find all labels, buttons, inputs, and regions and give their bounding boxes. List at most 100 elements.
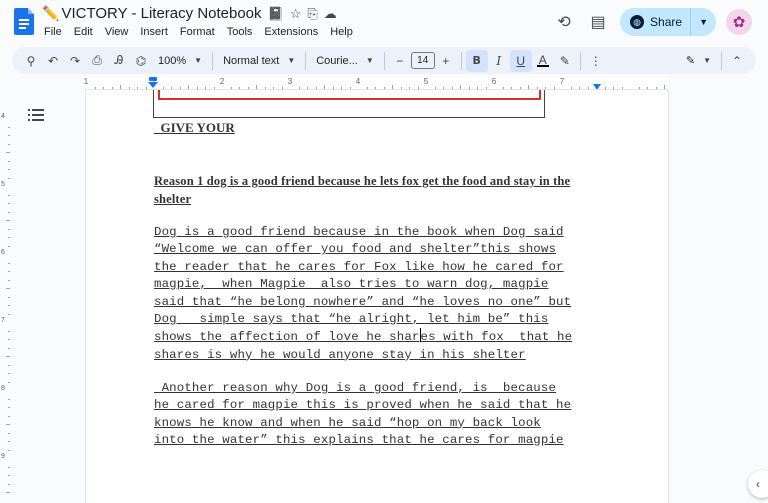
ruler-tick xyxy=(8,466,10,468)
ruler-tick xyxy=(664,85,665,89)
ruler-tick xyxy=(383,87,385,89)
share-label: Share xyxy=(650,15,683,29)
ruler-tick xyxy=(6,356,10,357)
spellcheck-icon[interactable]: Ꭿ xyxy=(108,50,130,72)
editing-mode-select[interactable]: ✎ ▼ xyxy=(680,50,717,72)
ruler-number: 2 xyxy=(219,77,225,86)
decrease-font-size-icon[interactable]: − xyxy=(389,50,411,72)
comments-icon[interactable]: ▤ xyxy=(586,10,610,34)
menu-bar: File Edit View Insert Format Tools Exten… xyxy=(44,26,353,38)
docs-logo-icon[interactable] xyxy=(14,8,34,35)
ruler-tick xyxy=(8,262,10,264)
ruler-tick xyxy=(213,87,215,89)
menu-format[interactable]: Format xyxy=(180,26,215,38)
ruler-tick xyxy=(8,126,10,128)
ruler-tick xyxy=(8,228,10,230)
menu-view[interactable]: View xyxy=(105,26,129,38)
zoom-select[interactable]: 100% ▼ xyxy=(152,50,208,72)
redo-icon[interactable]: ↷ xyxy=(64,50,86,72)
share-dropdown-chevron-icon[interactable]: ▼ xyxy=(690,8,716,36)
paragraph-line: said that “he belong nowhere” and “he lo… xyxy=(154,294,572,309)
side-panel-toggle-chevron-icon[interactable]: ‹ xyxy=(748,470,768,498)
left-indent-marker[interactable] xyxy=(148,82,158,88)
reason-heading: Reason 1 dog is a good friend because he… xyxy=(154,172,599,208)
toolbar-divider xyxy=(460,51,462,70)
menu-extensions[interactable]: Extensions xyxy=(264,26,318,38)
ruler-tick xyxy=(638,87,640,89)
font-size-input[interactable]: 14 xyxy=(410,52,435,69)
ruler-tick xyxy=(545,87,546,89)
ruler-tick xyxy=(247,87,249,89)
ruler-tick xyxy=(8,203,10,204)
ruler-tick xyxy=(120,85,121,89)
undo-icon[interactable]: ↶ xyxy=(42,50,64,72)
ruler-tick xyxy=(8,169,10,170)
menu-insert[interactable]: Insert xyxy=(140,26,168,38)
cloud-status-icon[interactable]: ☁ xyxy=(324,6,337,22)
first-line-indent-marker[interactable] xyxy=(149,77,157,81)
section-heading: GIVE YOUR xyxy=(154,120,235,135)
share-button[interactable]: ◍ Share xyxy=(620,8,690,36)
ruler-number: 9 xyxy=(1,453,5,460)
ruler-tick xyxy=(239,87,240,89)
star-icon[interactable]: ☆ xyxy=(290,6,302,22)
menu-file[interactable]: File xyxy=(44,26,62,38)
ruler-tick xyxy=(587,87,589,89)
menu-help[interactable]: Help xyxy=(330,26,353,38)
underline-button[interactable]: U xyxy=(509,49,532,72)
document-page[interactable]: GIVE YOUR Reason 1 dog is a good friend … xyxy=(86,90,668,503)
ruler-tick xyxy=(536,87,538,89)
ruler-number: 7 xyxy=(1,317,5,324)
increase-font-size-icon[interactable]: + xyxy=(435,50,457,72)
account-avatar[interactable]: ✿ xyxy=(726,9,752,35)
document-outline-icon[interactable] xyxy=(28,108,44,122)
ruler-tick xyxy=(519,87,521,89)
vertical-ruler[interactable]: 4 5 6 7 8 9 xyxy=(0,92,10,503)
ruler-number: 1 xyxy=(83,77,89,86)
menu-edit[interactable]: Edit xyxy=(74,26,93,38)
toolbar-divider xyxy=(579,51,581,70)
header-actions: ⟲ ▤ ◍ Share ▼ ✿ xyxy=(552,8,752,36)
italic-button[interactable]: I xyxy=(488,50,510,72)
chevron-down-icon: ▼ xyxy=(365,56,374,65)
paragraph-line: into the water” this explains that he ca… xyxy=(154,433,564,448)
more-options-icon[interactable]: ⋮ xyxy=(585,50,607,72)
paragraph-line: magpie, when Magpie also tries to warn d… xyxy=(154,277,549,292)
ruler-number: 3 xyxy=(287,77,293,86)
text-color-label: A xyxy=(538,52,547,67)
ruler-tick xyxy=(366,87,368,89)
menu-tools[interactable]: Tools xyxy=(227,26,253,38)
print-icon[interactable]: ⎙ xyxy=(86,50,108,72)
move-folder-icon[interactable]: ⎘ xyxy=(307,6,317,22)
ruler-number: 5 xyxy=(1,181,5,188)
highlight-pen-icon[interactable]: ✎ xyxy=(554,50,576,72)
font-value: Courie... xyxy=(316,54,358,67)
ruler-number: 6 xyxy=(1,249,5,256)
search-menus-icon[interactable]: ⚲ xyxy=(20,50,42,72)
ruler-tick xyxy=(188,85,189,89)
toolbar-divider xyxy=(212,51,214,70)
ruler-tick xyxy=(460,85,461,89)
style-select[interactable]: Normal text ▼ xyxy=(217,50,301,72)
paint-format-icon[interactable]: ⌬ xyxy=(130,50,152,72)
ruler-tick xyxy=(8,483,10,485)
bold-button[interactable]: B xyxy=(465,49,488,72)
version-history-icon[interactable]: ⟲ xyxy=(552,10,576,34)
ruler-number: 7 xyxy=(559,77,565,86)
ruler-tick xyxy=(528,85,529,89)
ruler-tick xyxy=(8,313,10,315)
text-color-button[interactable]: A xyxy=(532,50,554,72)
hide-menus-chevron-up-icon[interactable]: ⌃ xyxy=(726,50,748,72)
ruler-tick xyxy=(8,135,10,136)
paragraph-line: “Welcome we can offer you food and shelt… xyxy=(154,242,557,257)
horizontal-ruler[interactable]: 11234567 xyxy=(83,77,668,90)
font-select[interactable]: Courie... ▼ xyxy=(310,50,380,72)
ruler-tick xyxy=(8,432,10,434)
ruler-tick xyxy=(8,211,10,213)
chevron-down-icon: ▼ xyxy=(194,56,203,65)
document-title[interactable]: VICTORY - Literacy Notebook xyxy=(61,5,261,22)
ruler-tick xyxy=(230,87,232,89)
ruler-tick xyxy=(502,87,504,89)
ruler-tick xyxy=(8,177,10,179)
ruler-tick xyxy=(485,87,487,89)
